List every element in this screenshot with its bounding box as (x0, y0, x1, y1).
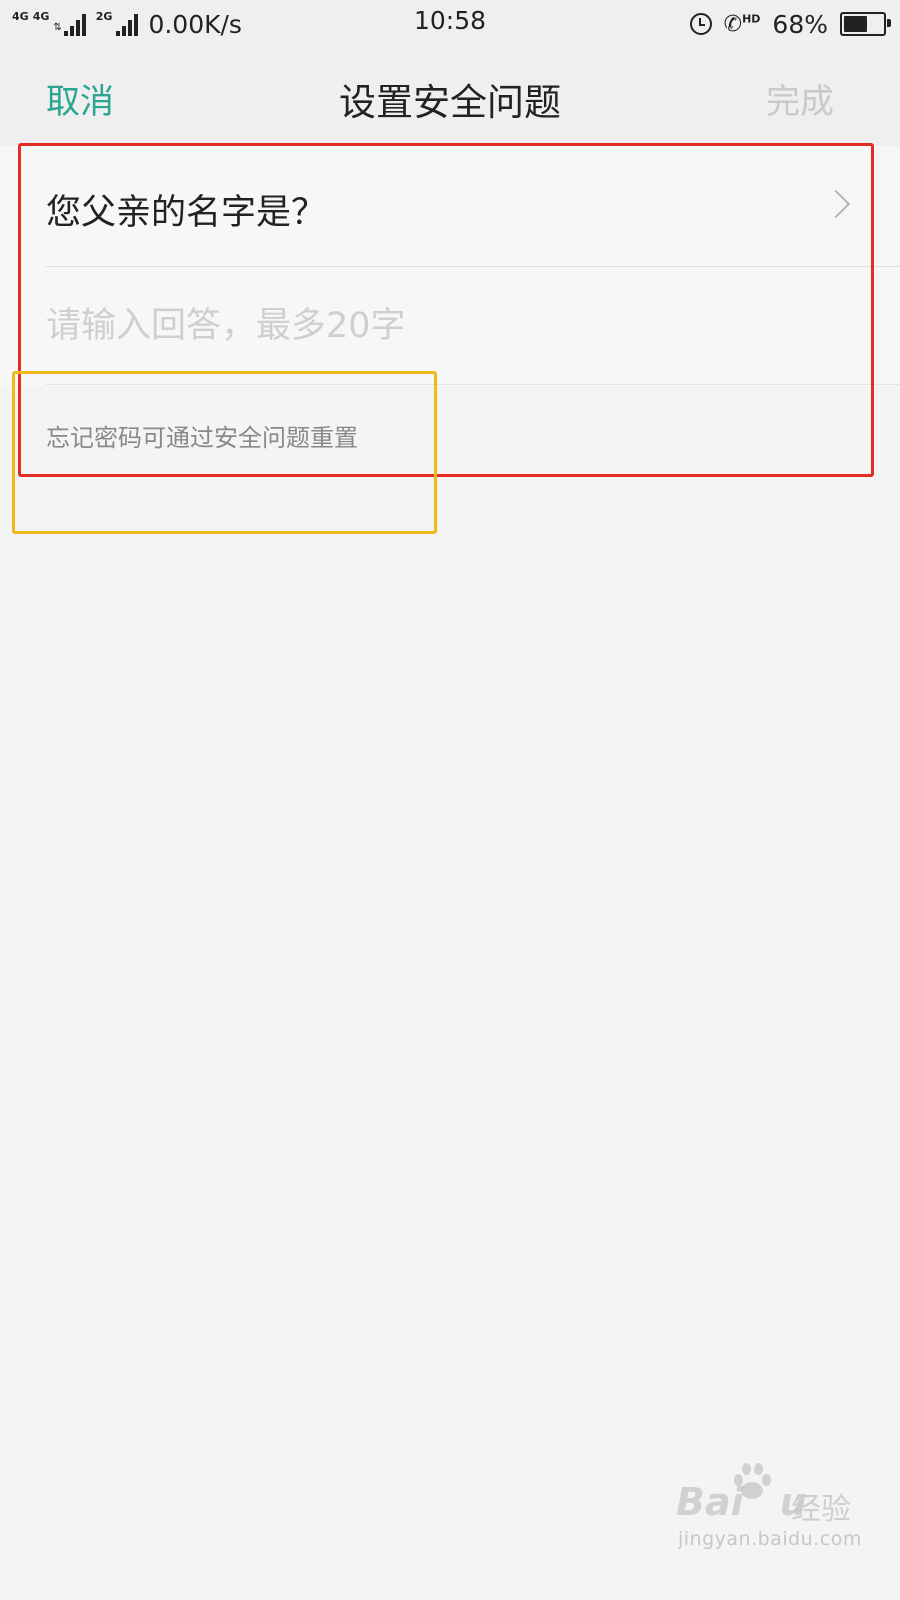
watermark: Bai u 经验 jingyan.baidu.com (676, 1460, 876, 1560)
status-bar: 4G 4G ⇅ 2G 0.00K/s 10:58 ✆HD 68% (0, 0, 900, 48)
alarm-icon (689, 13, 712, 35)
hd-label: HD (742, 12, 761, 26)
watermark-brand-cn: 经验 (791, 1492, 851, 1527)
status-right: ✆HD 68% (689, 6, 891, 42)
battery-percent: 68% (772, 9, 828, 39)
page-title: 设置安全问题 (339, 81, 561, 124)
paw-icon (732, 1460, 772, 1500)
battery-icon (840, 12, 891, 36)
highlight-box-yellow (12, 371, 437, 534)
navigation-bar: 取消 设置安全问题 完成 (0, 48, 900, 146)
hd-call-icon: ✆HD (723, 11, 761, 37)
watermark-url: jingyan.baidu.com (678, 1528, 862, 1550)
done-button[interactable]: 完成 (766, 74, 834, 123)
battery-fill (844, 16, 868, 32)
